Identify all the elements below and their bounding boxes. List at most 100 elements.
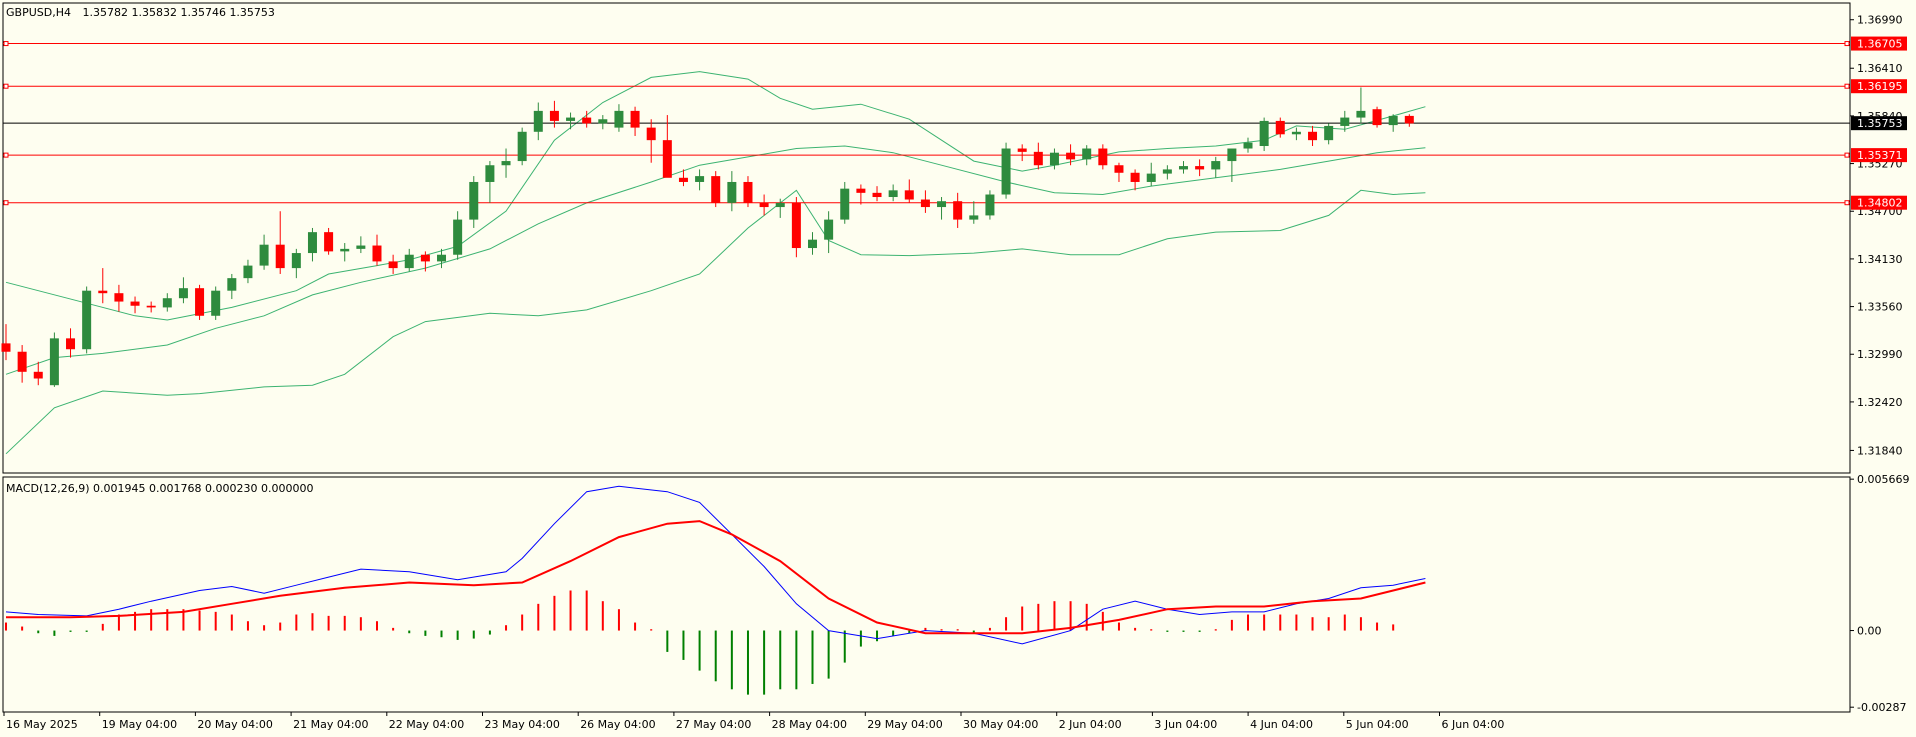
- candle-body: [759, 202, 769, 208]
- candle-body: [275, 244, 285, 269]
- time-tick-label: 28 May 04:00: [772, 718, 847, 731]
- candle-body: [840, 188, 850, 220]
- level-handle-right[interactable]: [1844, 83, 1850, 89]
- candle-body: [1178, 166, 1188, 170]
- level-price-label: 1.36195: [1857, 80, 1903, 93]
- candle-body: [307, 232, 317, 254]
- candle-body: [566, 117, 576, 121]
- candle-body: [1001, 148, 1011, 195]
- candle-body: [114, 293, 124, 302]
- candle-body: [1356, 110, 1366, 118]
- candle-body: [324, 232, 334, 252]
- candle-body: [243, 265, 253, 279]
- candle-body: [1243, 142, 1253, 149]
- candle-body: [130, 301, 140, 306]
- candle-body: [162, 298, 172, 308]
- level-handle-right[interactable]: [1844, 41, 1850, 47]
- candle-body: [872, 192, 882, 198]
- time-tick-label: 19 May 04:00: [102, 718, 177, 731]
- candle-body: [1082, 148, 1092, 160]
- candle-body: [1259, 120, 1269, 147]
- candle-body: [1049, 152, 1059, 166]
- candle-body: [888, 190, 898, 198]
- candle-body: [808, 239, 817, 249]
- candle-body: [17, 351, 27, 372]
- candle-body: [695, 176, 705, 182]
- level-handle-left[interactable]: [3, 200, 9, 206]
- macd-header: MACD(12,26,9) 0.001945 0.001768 0.000230…: [6, 482, 313, 495]
- candle-body: [82, 290, 92, 350]
- candle-body: [646, 127, 656, 141]
- time-tick-label: 3 Jun 04:00: [1154, 718, 1217, 731]
- time-tick-label: 16 May 2025: [6, 718, 78, 731]
- candle-body: [211, 290, 221, 316]
- level-price-label: 1.35371: [1857, 149, 1903, 162]
- price-tick-label: 1.31840: [1857, 444, 1903, 457]
- candle-body: [1388, 115, 1398, 126]
- level-handle-right[interactable]: [1844, 152, 1850, 158]
- chart-background: [0, 0, 1916, 737]
- candle-body: [614, 110, 624, 128]
- price-tick-label: 1.36410: [1857, 62, 1903, 75]
- candle-body: [1114, 165, 1124, 173]
- candle-body: [420, 254, 430, 262]
- candle-body: [1162, 169, 1172, 174]
- candle-body: [598, 119, 608, 124]
- time-tick-label: 23 May 04:00: [485, 718, 560, 731]
- level-handle-left[interactable]: [3, 83, 9, 89]
- candle-body: [743, 181, 753, 203]
- time-tick-label: 30 May 04:00: [963, 718, 1038, 731]
- candle-body: [453, 219, 463, 255]
- level-handle-right[interactable]: [1844, 200, 1850, 206]
- symbol-header: GBPUSD,H4 1.35782 1.35832 1.35746 1.3575…: [6, 6, 275, 19]
- current-price-label: 1.35753: [1857, 117, 1903, 130]
- candle-body: [549, 110, 559, 121]
- price-tick-label: 1.34130: [1857, 253, 1903, 266]
- macd-tick-label: -0.00287: [1857, 701, 1906, 714]
- candle-body: [533, 110, 543, 132]
- candle-body: [1098, 148, 1108, 166]
- candle-body: [517, 131, 527, 162]
- time-tick-label: 2 Jun 04:00: [1059, 718, 1122, 731]
- candle-body: [1227, 148, 1237, 162]
- macd-tick-label: 0.005669: [1857, 473, 1910, 486]
- candle-body: [98, 290, 108, 294]
- candle-body: [1017, 148, 1027, 152]
- candle-body: [66, 338, 76, 350]
- candle-body: [33, 371, 43, 379]
- candle-body: [291, 253, 301, 269]
- candle-body: [953, 201, 963, 220]
- candle-body: [856, 188, 866, 193]
- candle-body: [1291, 131, 1301, 135]
- candle-body: [437, 254, 447, 262]
- candle-body: [1404, 115, 1414, 124]
- level-handle-left[interactable]: [3, 41, 9, 47]
- candle-body: [1, 343, 11, 352]
- candle-body: [356, 245, 366, 249]
- level-handle-left[interactable]: [3, 152, 9, 158]
- price-tick-label: 1.36990: [1857, 14, 1903, 27]
- time-tick-label: 29 May 04:00: [867, 718, 942, 731]
- candle-body: [937, 201, 947, 208]
- candle-body: [195, 288, 205, 316]
- candle-body: [1033, 151, 1043, 166]
- level-price-label: 1.36705: [1857, 38, 1903, 51]
- price-tick-label: 1.33560: [1857, 301, 1903, 314]
- candle-body: [1211, 161, 1221, 170]
- time-tick-label: 20 May 04:00: [197, 718, 272, 731]
- candle-body: [259, 244, 269, 266]
- candle-body: [1130, 172, 1140, 182]
- candle-body: [1195, 166, 1205, 170]
- candle-body: [630, 110, 640, 128]
- macd-tick-label: 0.00: [1857, 625, 1882, 638]
- price-tick-label: 1.32420: [1857, 396, 1903, 409]
- candle-body: [388, 261, 398, 269]
- gbpusd-chart-window[interactable]: 1.369901.364101.358401.352701.347001.341…: [0, 0, 1916, 737]
- candle-body: [340, 248, 350, 252]
- candle-body: [678, 177, 688, 182]
- time-tick-label: 21 May 04:00: [293, 718, 368, 731]
- candle-body: [501, 161, 511, 166]
- candle-body: [49, 338, 59, 386]
- candle-body: [582, 117, 592, 124]
- candle-body: [1308, 131, 1318, 141]
